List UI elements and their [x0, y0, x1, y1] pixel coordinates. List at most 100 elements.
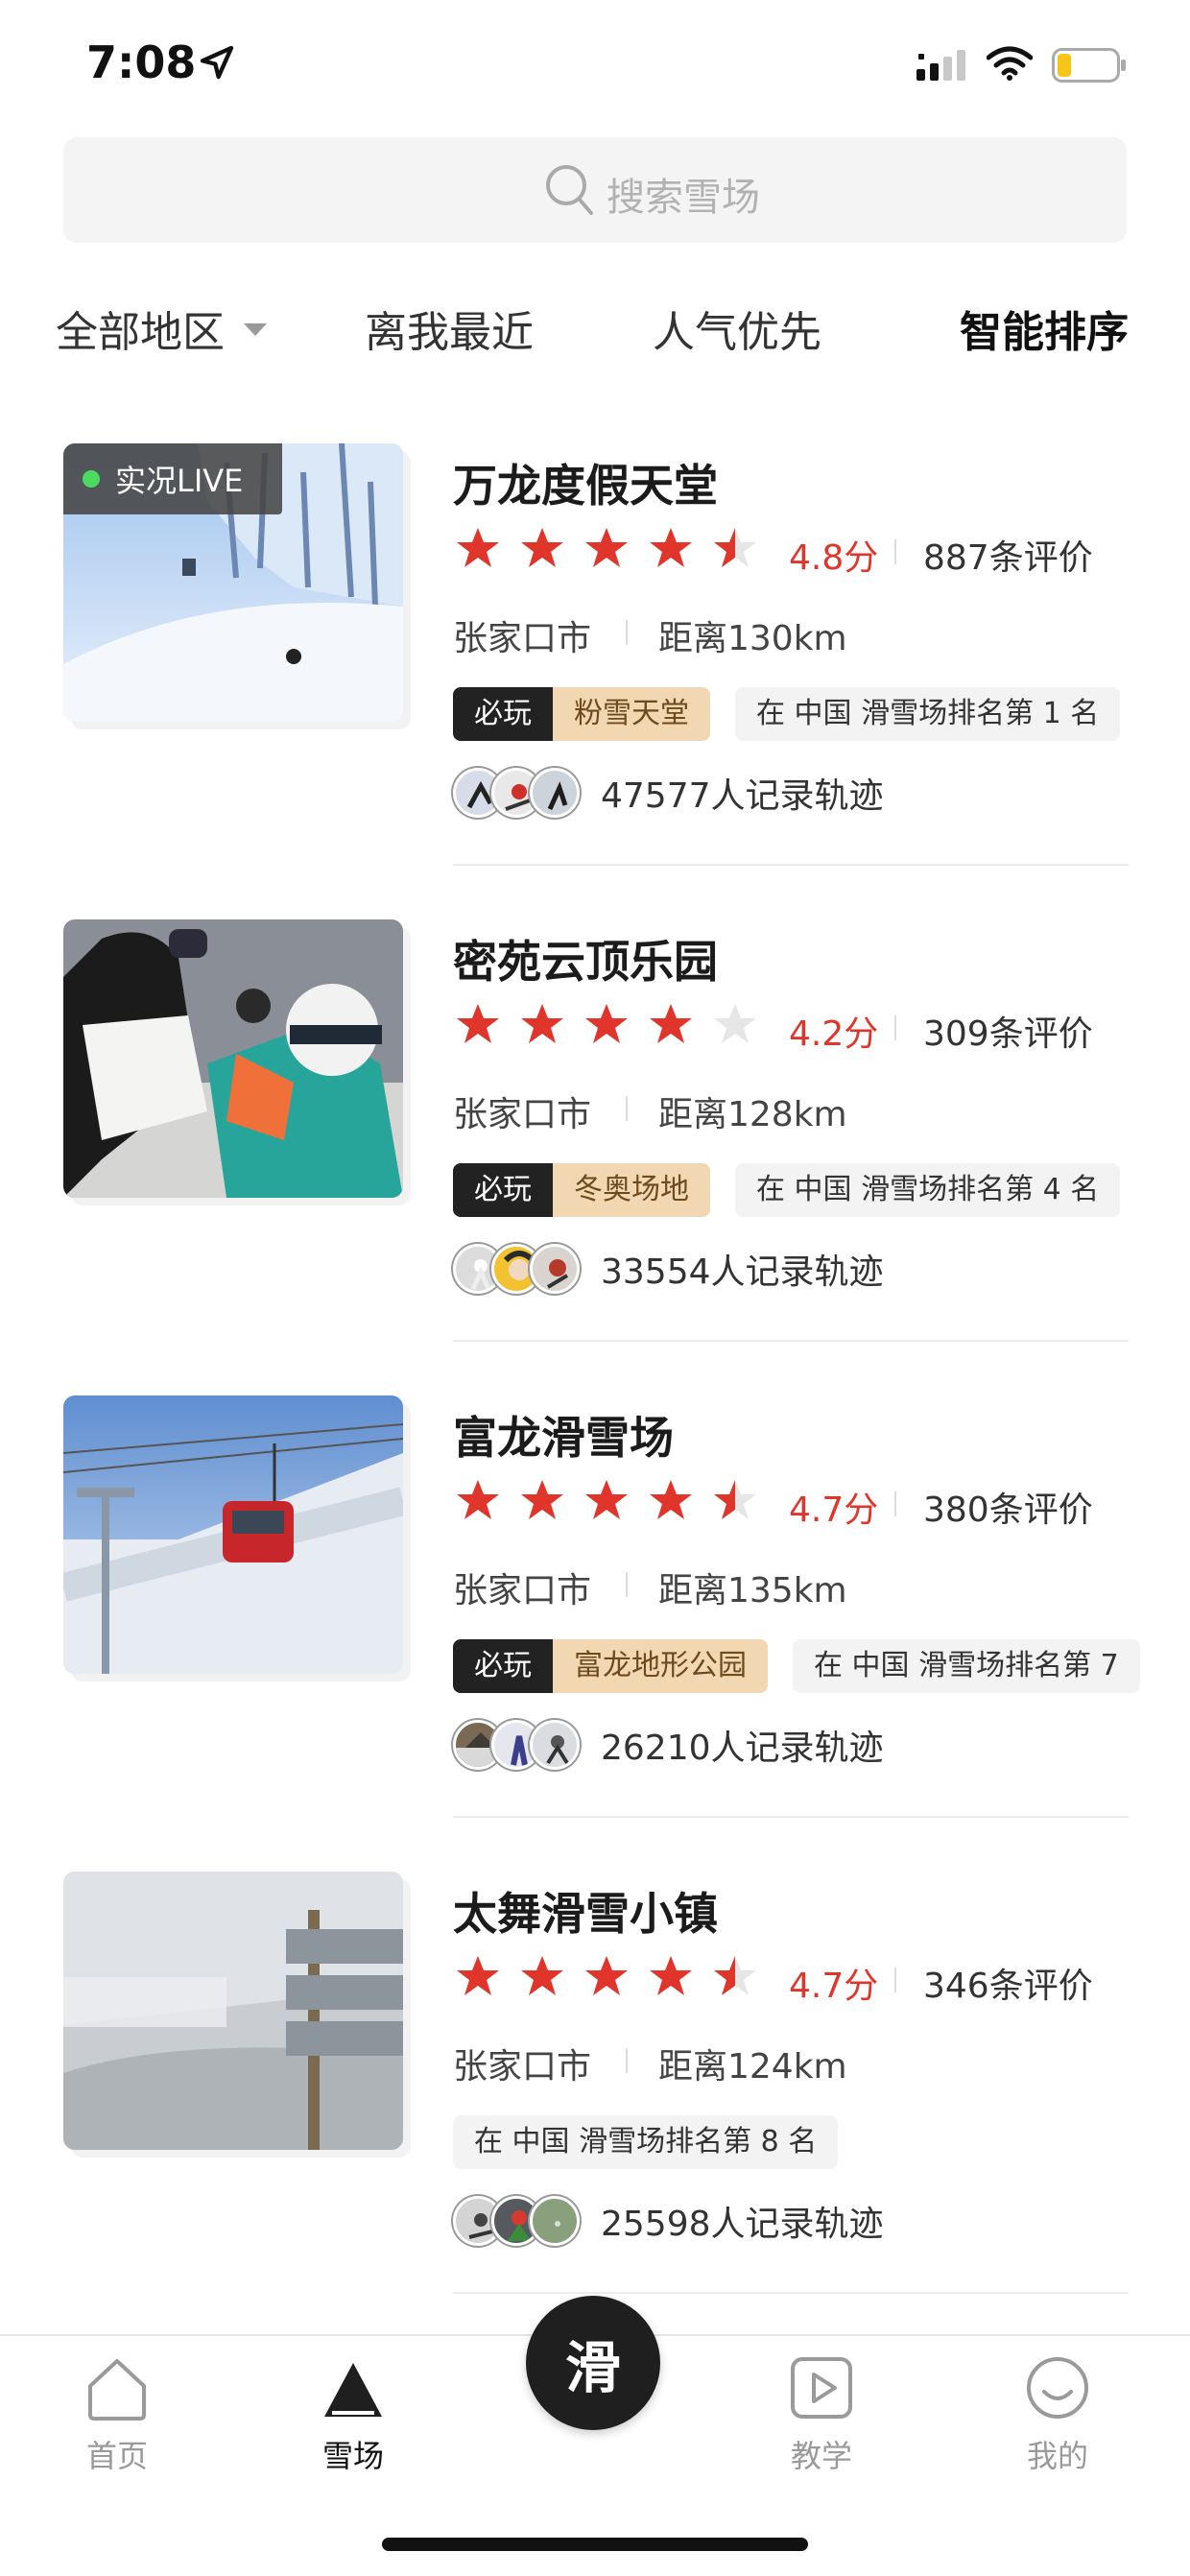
divider — [894, 1015, 896, 1040]
ranking-tag[interactable]: 在 中国 滑雪场排名第 8 名 — [453, 2115, 839, 2169]
track-count: 26210人记录轨迹 — [601, 1729, 884, 1768]
track-count: 47577人记录轨迹 — [601, 776, 884, 816]
star-icon — [714, 1480, 756, 1519]
resort-name: 富龙滑雪场 — [453, 1412, 674, 1464]
status-bar: 7:08 — [0, 0, 1190, 125]
divider — [626, 1096, 628, 1121]
card-divider — [453, 864, 1129, 866]
must-play-tag: 必玩 — [453, 687, 553, 741]
resort-name: 万龙度假天堂 — [453, 460, 718, 512]
star-icon — [585, 1480, 628, 1519]
search-icon — [546, 165, 593, 215]
review-count[interactable]: 346条评价 — [923, 1958, 1093, 2008]
track-users[interactable]: 26210人记录轨迹 — [453, 1718, 884, 1772]
card-divider — [453, 1340, 1129, 1342]
tab-profile[interactable]: 我的 — [981, 2353, 1134, 2476]
track-users[interactable]: 47577人记录轨迹 — [453, 766, 884, 820]
rating-stars — [455, 526, 776, 574]
avatar — [530, 2196, 580, 2246]
ranking-tag[interactable]: 在 中国 滑雪场排名第 4 名 — [735, 1163, 1121, 1217]
search-input[interactable]: 搜索雪场 — [63, 137, 1127, 243]
cellular-signal-icon — [916, 50, 965, 81]
resort-distance: 距离130km — [658, 619, 847, 658]
resort-distance: 距离135km — [658, 1571, 847, 1610]
tab-resorts[interactable]: 雪场 — [276, 2353, 430, 2476]
star-icon — [521, 1004, 563, 1043]
resort-card[interactable]: 富龙滑雪场 4.7分 380条评价 张家口市 距离135km 必玩 富龙地形公园… — [0, 1395, 1190, 1872]
tab-home[interactable]: 首页 — [40, 2353, 194, 2476]
star-icon — [585, 528, 628, 567]
search-placeholder: 搜索雪场 — [607, 176, 760, 220]
filter-region[interactable]: 全部地区 — [56, 298, 267, 359]
live-badge: 实况LIVE — [63, 443, 282, 514]
tab-tutorials-label: 教学 — [790, 2438, 852, 2474]
resort-name: 密苑云顶乐园 — [453, 936, 718, 988]
resort-photo — [63, 1872, 403, 2150]
star-icon — [650, 1004, 692, 1043]
avatar — [530, 1244, 580, 1294]
feature-tag: 富龙地形公园 — [553, 1639, 768, 1693]
avatar — [530, 1720, 580, 1770]
tab-tutorials[interactable]: 教学 — [745, 2353, 898, 2476]
filter-bar: 全部地区 离我最近 人气优先 智能排序 — [0, 288, 1190, 365]
star-icon — [457, 528, 499, 567]
home-indicator[interactable] — [382, 2538, 808, 2551]
track-count: 25598人记录轨迹 — [601, 2205, 884, 2244]
tag-row: 在 中国 滑雪场排名第 8 名 — [453, 2115, 839, 2169]
star-icon — [585, 1956, 628, 1995]
rating-stars — [455, 1478, 776, 1526]
resort-photo — [63, 919, 403, 1198]
ranking-tag[interactable]: 在 中国 滑雪场排名第 1 名 — [735, 687, 1121, 741]
smile-icon — [1027, 2357, 1088, 2419]
card-divider — [453, 1816, 1129, 1818]
resort-photo: 实况LIVE — [63, 443, 403, 722]
star-icon — [457, 1004, 499, 1043]
tab-profile-label: 我的 — [1026, 2438, 1088, 2474]
status-time: 7:08 — [86, 36, 197, 88]
resort-distance: 距离128km — [658, 1095, 847, 1134]
live-badge-label: 实况LIVE — [115, 463, 244, 499]
review-count[interactable]: 309条评价 — [923, 1006, 1093, 1056]
tab-resorts-label: 雪场 — [321, 2438, 384, 2474]
star-icon — [521, 1480, 563, 1519]
feature-tag: 冬奥场地 — [553, 1163, 710, 1217]
star-icon — [650, 1480, 692, 1519]
resort-card[interactable]: 密苑云顶乐园 4.2分 309条评价 张家口市 距离128km 必玩 冬奥场地 … — [0, 919, 1190, 1395]
track-users[interactable]: 25598人记录轨迹 — [453, 2194, 884, 2248]
live-indicator-dot — [83, 470, 100, 488]
tag-row: 必玩 冬奥场地 在 中国 滑雪场排名第 4 名 — [453, 1163, 1121, 1217]
resort-city: 张家口市 — [453, 2047, 592, 2087]
star-icon — [521, 1956, 563, 1995]
feature-tag: 粉雪天堂 — [553, 687, 710, 741]
mountain-icon — [324, 2363, 382, 2417]
divider — [894, 1968, 896, 1992]
location-arrow-icon — [200, 45, 234, 80]
resort-card[interactable]: 太舞滑雪小镇 4.7分 346条评价 张家口市 距离124km 在 中国 滑雪场… — [0, 1872, 1190, 2348]
filter-region-label: 全部地区 — [56, 308, 225, 357]
review-count[interactable]: 887条评价 — [923, 530, 1093, 580]
filter-popular[interactable]: 人气优先 — [653, 298, 821, 359]
battery-icon — [1052, 48, 1126, 83]
resort-card[interactable]: 实况LIVE 万龙度假天堂 4.8分 887条评价 张家口市 距离130km 必… — [0, 443, 1190, 919]
filter-smart-sort[interactable]: 智能排序 — [960, 298, 1129, 359]
review-count[interactable]: 380条评价 — [923, 1482, 1093, 1532]
resort-distance: 距离124km — [658, 2047, 847, 2087]
rating-score: 4.7分 — [789, 1491, 879, 1530]
divider — [626, 2048, 628, 2073]
rating-score: 4.8分 — [789, 538, 879, 578]
filter-nearest[interactable]: 离我最近 — [365, 298, 534, 359]
resort-name: 太舞滑雪小镇 — [453, 1888, 718, 1940]
divider — [626, 620, 628, 645]
rating-stars — [455, 1002, 776, 1050]
divider — [626, 1572, 628, 1597]
avatar — [530, 768, 580, 818]
track-users[interactable]: 33554人记录轨迹 — [453, 1242, 884, 1296]
track-count: 33554人记录轨迹 — [601, 1252, 884, 1292]
ranking-tag[interactable]: 在 中国 滑雪场排名第 7 — [793, 1639, 1140, 1693]
resort-photo — [63, 1395, 403, 1674]
ski-center-button[interactable]: 滑 — [526, 2296, 660, 2430]
play-icon — [791, 2357, 852, 2419]
star-icon — [714, 1004, 756, 1043]
divider — [894, 1491, 896, 1516]
star-icon — [457, 1480, 499, 1519]
